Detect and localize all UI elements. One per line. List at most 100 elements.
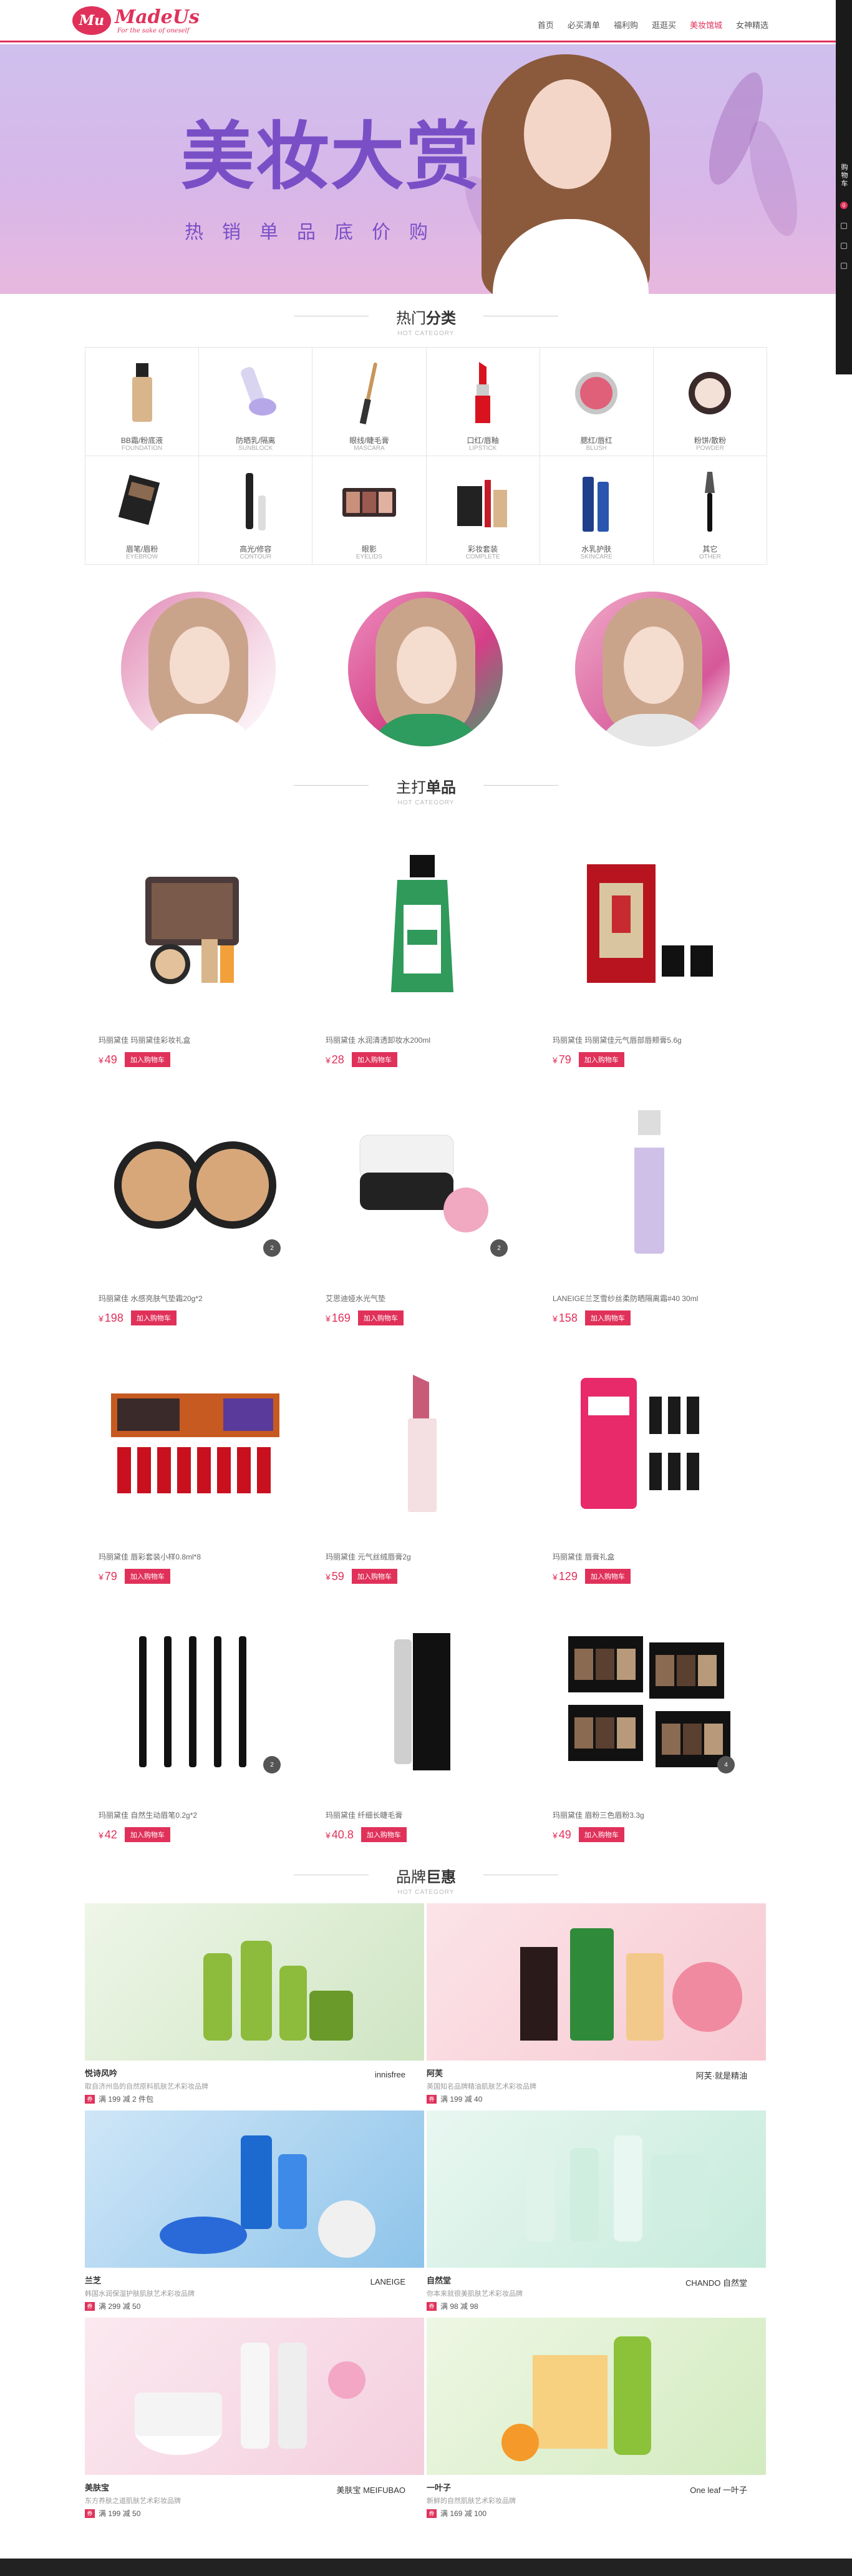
product-card[interactable]: 4 玛丽黛佳 眉粉三色眉粉3.3g ¥49 加入购物车 [553, 1605, 746, 1842]
product-name[interactable]: 玛丽黛佳 唇彩套装小样0.8ml*8 [99, 1551, 292, 1561]
product-image[interactable]: 2 [326, 1088, 519, 1282]
product-name[interactable]: 玛丽黛佳 自然生动眉笔0.2g*2 [99, 1810, 292, 1820]
product-name[interactable]: 玛丽黛佳 玛丽黛佳彩妆礼盒 [99, 1035, 292, 1045]
product-name[interactable]: 艾思迪娅水光气垫 [326, 1293, 519, 1303]
add-to-cart-button[interactable]: 加入购物车 [124, 1827, 170, 1842]
add-to-cart-button[interactable]: 加入购物车 [351, 1569, 397, 1584]
category-item[interactable]: 腮红/唇红 BLUSH [540, 348, 654, 456]
product-card[interactable]: 玛丽黛佳 纤细长睫毛膏 ¥40.8 加入购物车 [326, 1605, 519, 1842]
product-name[interactable]: 玛丽黛佳 元气丝绒唇膏2g [326, 1551, 519, 1561]
brand-offer: 满 98 减 98 [440, 2302, 478, 2311]
category-name: 口红/唇釉 [467, 436, 499, 445]
category-item[interactable]: 口红/唇釉 LIPSTICK [426, 348, 540, 456]
favorites-icon[interactable] [841, 223, 847, 229]
category-item[interactable]: 粉饼/散粉 POWDER [653, 348, 767, 456]
product-image[interactable]: 2 [99, 1605, 292, 1798]
product-card[interactable]: LANEIGE兰芝雪纱丝柔防晒隔离霜#40 30ml ¥158 加入购物车 [553, 1088, 746, 1325]
product-image[interactable] [99, 830, 292, 1023]
main-nav: 首页 必买清单 福利购 逛逛买 美妆馆城 女神精选 [538, 19, 768, 31]
product-image[interactable] [326, 1605, 519, 1798]
product-card[interactable]: 玛丽黛佳 玛丽黛佳元气唇部唇颊膏5.6g ¥79 加入购物车 [553, 830, 746, 1067]
add-to-cart-button[interactable]: 加入购物车 [361, 1827, 407, 1842]
category-item[interactable]: 彩妆套装 COMPLETE [426, 456, 540, 565]
category-item[interactable]: BB霜/粉底液 FOUNDATION [85, 348, 200, 456]
model-circle-2[interactable] [348, 592, 503, 746]
brand-card[interactable]: 兰芝 韩国水润保湿护肤肌肤艺术彩妆品牌券满 299 减 50 LANEIGE [85, 2110, 424, 2313]
product-variant-count-badge: 2 [263, 1239, 281, 1257]
add-to-cart-button[interactable]: 加入购物车 [578, 1827, 624, 1842]
product-name[interactable]: 玛丽黛佳 玛丽黛佳元气唇部唇颊膏5.6g [553, 1035, 746, 1045]
brand-banner-image[interactable] [427, 2318, 766, 2475]
add-to-cart-button[interactable]: 加入购物车 [124, 1569, 170, 1584]
brand-name[interactable]: 悦诗风吟 [85, 2067, 424, 2079]
category-item[interactable]: 其它 OTHER [653, 456, 767, 565]
lipstick-icon [455, 359, 511, 427]
add-to-cart-button[interactable]: 加入购物车 [124, 1052, 170, 1067]
product-card[interactable]: 玛丽黛佳 唇彩套装小样0.8ml*8 ¥79 加入购物车 [99, 1347, 292, 1584]
cart-label[interactable]: 购物车 [839, 163, 849, 188]
product-image[interactable] [553, 1347, 746, 1540]
nav-goddess-picks[interactable]: 女神精选 [736, 19, 768, 31]
brand-description: 英国知名品牌精油肌肤艺术彩妆品牌 [427, 2083, 536, 2091]
add-to-cart-button[interactable]: 加入购物车 [578, 1052, 624, 1067]
category-name: BB霜/粉底液 [120, 436, 163, 445]
product-name[interactable]: 玛丽黛佳 眉粉三色眉粉3.3g [553, 1810, 746, 1820]
product-image[interactable] [553, 830, 746, 1023]
logo-badge: Mu [72, 6, 111, 35]
product-image[interactable] [326, 830, 519, 1023]
model-circle-3[interactable] [575, 592, 730, 746]
brand-card[interactable]: 一叶子 新鲜的自然肌肤艺术彩妆品牌券满 169 减 100 One leaf 一叶子 [427, 2318, 766, 2520]
brand-banner-image[interactable] [85, 2318, 424, 2475]
product-card[interactable]: 玛丽黛佳 水润清透卸妆水200ml ¥28 加入购物车 [326, 830, 519, 1067]
brand-card[interactable]: 自然堂 你本来就很美肌肤艺术彩妆品牌券满 98 减 98 CHANDO 自然堂 [427, 2110, 766, 2313]
add-to-cart-button[interactable]: 加入购物车 [130, 1310, 177, 1325]
brand-banner-image[interactable] [85, 1903, 424, 2061]
category-item[interactable]: 高光/修容 CONTOUR [199, 456, 313, 565]
nav-beauty-mall[interactable]: 美妆馆城 [690, 19, 722, 31]
back-to-top-icon[interactable] [841, 263, 847, 269]
brand-banner-image[interactable] [85, 2110, 424, 2268]
add-to-cart-button[interactable]: 加入购物车 [584, 1310, 631, 1325]
add-to-cart-button[interactable]: 加入购物车 [357, 1310, 404, 1325]
add-to-cart-button[interactable]: 加入购物车 [584, 1569, 631, 1584]
product-image[interactable]: 2 [99, 1088, 292, 1282]
category-item[interactable]: 水乳护肤 SKINCARE [540, 456, 654, 565]
product-card[interactable]: 玛丽黛佳 唇膏礼盒 ¥129 加入购物车 [553, 1347, 746, 1584]
nav-welfare[interactable]: 福利购 [614, 19, 638, 31]
brand-offer: 满 199 减 50 [99, 2509, 141, 2518]
nav-home[interactable]: 首页 [538, 19, 554, 31]
product-name[interactable]: LANEIGE兰芝雪纱丝柔防晒隔离霜#40 30ml [553, 1293, 746, 1303]
product-image[interactable]: 4 [553, 1605, 746, 1798]
product-name[interactable]: 玛丽黛佳 水感亮肤气垫霜20g*2 [99, 1293, 292, 1303]
product-image[interactable] [326, 1347, 519, 1540]
site-logo[interactable]: Mu MadeUs For the sake of oneself [72, 6, 200, 35]
brand-banner-image[interactable] [427, 1903, 766, 2061]
history-icon[interactable] [841, 243, 847, 249]
brand-card[interactable]: 阿芙 英国知名品牌精油肌肤艺术彩妆品牌券满 199 减 40 阿芙·就是精油 [427, 1903, 766, 2105]
category-item[interactable]: 防晒乳/隔离 SUNBLOCK [199, 348, 313, 456]
product-card[interactable]: 2 玛丽黛佳 水感亮肤气垫霜20g*2 ¥198 加入购物车 [99, 1088, 292, 1325]
category-item[interactable]: 眼影 EYELIDS [312, 456, 427, 565]
product-card[interactable]: 2 艾思迪娅水光气垫 ¥169 加入购物车 [326, 1088, 519, 1325]
product-name[interactable]: 玛丽黛佳 水润清透卸妆水200ml [326, 1035, 519, 1045]
product-price: ¥59 [326, 1569, 344, 1583]
product-card[interactable]: 2 玛丽黛佳 自然生动眉笔0.2g*2 ¥42 加入购物车 [99, 1605, 292, 1842]
product-name[interactable]: 玛丽黛佳 唇膏礼盒 [553, 1551, 746, 1561]
product-image[interactable] [553, 1088, 746, 1282]
brand-card[interactable]: 美肤宝 东方养肤之道肌肤艺术彩妆品牌券满 199 减 50 美肤宝 MEIFUBAO [85, 2318, 424, 2520]
category-item[interactable]: 眉笔/眉粉 EYEBROW [85, 456, 200, 565]
nav-must-buy[interactable]: 必买清单 [568, 19, 600, 31]
product-image[interactable] [99, 1347, 292, 1540]
product-card[interactable]: 玛丽黛佳 元气丝绒唇膏2g ¥59 加入购物车 [326, 1347, 519, 1584]
add-to-cart-button[interactable]: 加入购物车 [351, 1052, 397, 1067]
category-item[interactable]: 眼线/睫毛膏 MASCARA [312, 348, 427, 456]
hero-banner[interactable]: 美妆大赏 热销单品底价购 [0, 44, 836, 294]
nav-browse[interactable]: 逛逛买 [652, 19, 676, 31]
brand-card[interactable]: 悦诗风吟 取自济州岛的自然原料肌肤艺术彩妆品牌券满 199 减 2 件包 innis… [85, 1903, 424, 2105]
brand-banner-image[interactable] [427, 2110, 766, 2268]
model-circle-1[interactable] [121, 592, 276, 746]
product-card[interactable]: 玛丽黛佳 玛丽黛佳彩妆礼盒 ¥49 加入购物车 [99, 830, 292, 1067]
product-name[interactable]: 玛丽黛佳 纤细长睫毛膏 [326, 1810, 519, 1820]
brand-logo: 美肤宝 MEIFUBAO [336, 2486, 405, 2495]
product-price: ¥158 [553, 1311, 578, 1324]
